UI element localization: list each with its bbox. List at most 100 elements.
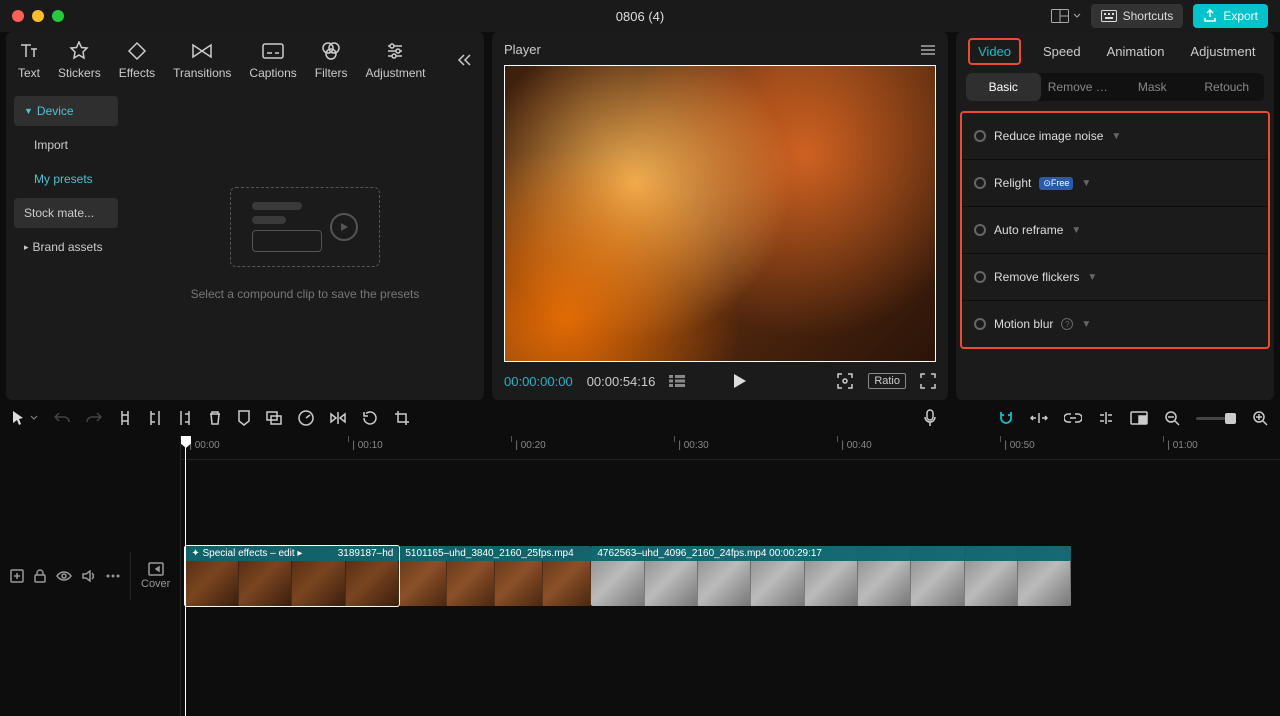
project-title: 0806 (4) xyxy=(616,9,664,24)
microphone-icon[interactable] xyxy=(924,409,936,427)
lock-icon[interactable] xyxy=(34,569,46,583)
timeline-tracks-area[interactable]: | 00:00| 00:10| 00:20| 00:30| 00:40| 00:… xyxy=(181,436,1280,716)
player-controls: 00:00:00:00 00:00:54:16 Ratio xyxy=(504,362,936,390)
time-ruler[interactable]: | 00:00| 00:10| 00:20| 00:30| 00:40| 00:… xyxy=(181,436,1280,460)
ratio-button[interactable]: Ratio xyxy=(868,373,906,389)
sidebar-item-stock[interactable]: Stock mate... xyxy=(14,198,118,228)
shortcuts-button[interactable]: Shortcuts xyxy=(1091,4,1184,28)
subtab-retouch[interactable]: Retouch xyxy=(1190,73,1265,101)
item-relight[interactable]: Relight⊙Free▼ xyxy=(962,160,1268,207)
link-snap-icon[interactable] xyxy=(1030,412,1048,424)
scale-icon[interactable] xyxy=(836,372,854,390)
inspector-tabs: Video Speed Animation Adjustment xyxy=(956,38,1274,73)
help-icon[interactable]: ? xyxy=(1061,318,1073,330)
trim-right-icon[interactable] xyxy=(178,410,192,426)
preview-viewport[interactable] xyxy=(504,65,936,362)
item-remove-flickers[interactable]: Remove flickers▼ xyxy=(962,254,1268,301)
add-track-icon[interactable] xyxy=(10,569,24,583)
empty-hint: Select a compound clip to save the prese… xyxy=(191,287,420,301)
tab-speed[interactable]: Speed xyxy=(1039,38,1085,65)
sidebar-item-device[interactable]: ▼Device xyxy=(14,96,118,126)
fullscreen-icon[interactable] xyxy=(920,373,936,389)
timeline-clip[interactable]: 4762563–uhd_4096_2160_24fps.mp4 00:00:29… xyxy=(591,546,1071,606)
tab-filters[interactable]: Filters xyxy=(315,40,348,80)
tab-animation[interactable]: Animation xyxy=(1103,38,1169,65)
collapse-library-icon[interactable] xyxy=(456,53,472,67)
ruler-tick: | 00:50 xyxy=(1004,440,1034,451)
rotate-icon[interactable] xyxy=(362,410,378,426)
radio-icon xyxy=(974,177,986,189)
export-button[interactable]: Export xyxy=(1193,4,1268,28)
split-icon[interactable] xyxy=(118,410,132,426)
compound-icon[interactable] xyxy=(266,411,282,425)
player-title: Player xyxy=(504,42,541,57)
sidebar-item-presets[interactable]: My presets xyxy=(14,164,118,194)
minimize-window-icon[interactable] xyxy=(32,10,44,22)
ruler-tick: | 00:30 xyxy=(678,440,708,451)
mute-icon[interactable] xyxy=(82,570,96,582)
library-content: Select a compound clip to save the prese… xyxy=(126,88,484,400)
ruler-tick: | 00:10 xyxy=(352,440,382,451)
inspector-subtabs: Basic Remove … Mask Retouch xyxy=(966,73,1264,101)
chevron-down-icon: ▼ xyxy=(1071,225,1081,236)
subtab-remove-bg[interactable]: Remove … xyxy=(1041,73,1116,101)
tab-transitions[interactable]: Transitions xyxy=(173,40,231,80)
subtab-basic[interactable]: Basic xyxy=(966,73,1041,101)
tab-adjustment[interactable]: Adjustment xyxy=(365,40,425,80)
magnet-icon[interactable] xyxy=(998,411,1014,425)
cover-button[interactable]: Cover xyxy=(130,552,170,600)
window-controls xyxy=(12,10,64,22)
chevron-down-icon: ▼ xyxy=(1111,131,1121,142)
layout-icon[interactable] xyxy=(1051,9,1081,23)
timeline: Cover | 00:00| 00:10| 00:20| 00:30| 00:4… xyxy=(0,436,1280,716)
tab-adjustment-insp[interactable]: Adjustment xyxy=(1186,38,1259,65)
ruler-tick: | 00:00 xyxy=(189,440,219,451)
item-auto-reframe[interactable]: Auto reframe▼ xyxy=(962,207,1268,254)
player-menu-icon[interactable] xyxy=(920,44,936,56)
zoom-out-icon[interactable] xyxy=(1164,410,1180,426)
clip-label: 4762563–uhd_4096_2160_24fps.mp4 00:00:29… xyxy=(591,546,1071,561)
trim-left-icon[interactable] xyxy=(148,410,162,426)
tab-effects[interactable]: Effects xyxy=(119,40,155,80)
preview-mode-icon[interactable] xyxy=(1130,411,1148,425)
subtab-mask[interactable]: Mask xyxy=(1115,73,1190,101)
library-panel: Text Stickers Effects Transitions Captio… xyxy=(6,32,484,400)
eye-icon[interactable] xyxy=(56,571,72,581)
tab-text[interactable]: Text xyxy=(18,40,40,80)
free-badge: ⊙Free xyxy=(1039,177,1073,190)
current-time: 00:00:00:00 xyxy=(504,374,573,389)
item-reduce-noise[interactable]: Reduce image noise▼ xyxy=(962,113,1268,160)
align-icon[interactable] xyxy=(1098,411,1114,425)
titlebar: 0806 (4) Shortcuts Export xyxy=(0,0,1280,32)
playhead[interactable] xyxy=(185,436,186,716)
zoom-slider[interactable] xyxy=(1196,417,1236,420)
tab-captions[interactable]: Captions xyxy=(249,40,296,80)
sidebar-item-brand[interactable]: ▸Brand assets xyxy=(14,232,118,262)
inspector-panel: Video Speed Animation Adjustment Basic R… xyxy=(956,32,1274,400)
close-window-icon[interactable] xyxy=(12,10,24,22)
more-icon[interactable] xyxy=(106,574,120,578)
sidebar-item-import[interactable]: Import xyxy=(14,130,118,160)
radio-icon xyxy=(974,130,986,142)
pointer-tool-icon[interactable] xyxy=(12,410,38,426)
delete-icon[interactable] xyxy=(208,410,222,426)
link-icon[interactable] xyxy=(1064,413,1082,423)
maximize-window-icon[interactable] xyxy=(52,10,64,22)
marker-icon[interactable] xyxy=(238,410,250,426)
view-list-icon[interactable] xyxy=(669,375,685,387)
crop-icon[interactable] xyxy=(394,410,410,426)
timeline-clip[interactable]: 5101165–uhd_3840_2160_25fps.mp4 xyxy=(399,546,591,606)
timeline-clip[interactable]: ✦ Special effects – edit ▸3189187–hd xyxy=(185,546,399,606)
zoom-in-icon[interactable] xyxy=(1252,410,1268,426)
chevron-down-icon: ▼ xyxy=(1081,319,1091,330)
play-button[interactable] xyxy=(733,373,747,389)
track-header-video: Cover xyxy=(0,546,180,606)
undo-icon[interactable] xyxy=(54,411,70,425)
redo-icon[interactable] xyxy=(86,411,102,425)
total-time: 00:00:54:16 xyxy=(587,374,656,389)
tab-video[interactable]: Video xyxy=(968,38,1021,65)
tab-stickers[interactable]: Stickers xyxy=(58,40,101,80)
mirror-icon[interactable] xyxy=(330,411,346,425)
speed-icon[interactable] xyxy=(298,410,314,426)
item-motion-blur[interactable]: Motion blur?▼ xyxy=(962,301,1268,347)
